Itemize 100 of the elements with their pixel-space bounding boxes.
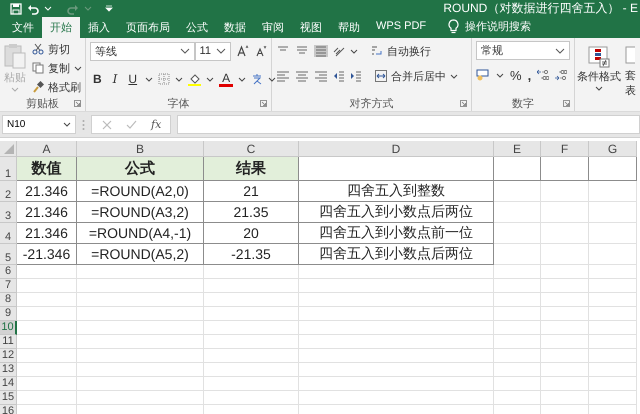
- ribbon-tab[interactable]: 数据: [216, 17, 254, 38]
- fill-color-icon[interactable]: [188, 72, 202, 86]
- column-header[interactable]: A: [17, 141, 77, 157]
- decrease-font-icon[interactable]: [255, 45, 267, 57]
- caret-icon[interactable]: [238, 76, 246, 82]
- table-cell: -21.35: [204, 244, 299, 265]
- column-header[interactable]: F: [541, 141, 589, 157]
- bold-button[interactable]: B: [90, 72, 105, 86]
- ribbon-tab[interactable]: 公式: [178, 17, 216, 38]
- row-header[interactable]: 10: [0, 321, 17, 335]
- row-header[interactable]: 15: [0, 391, 17, 405]
- comma-button[interactable]: ,: [528, 68, 532, 82]
- align-left-icon[interactable]: [276, 70, 290, 82]
- currency-icon[interactable]: [476, 69, 490, 81]
- table-cell: [494, 335, 541, 349]
- customize-caret-icon[interactable]: [105, 5, 113, 12]
- underline-button[interactable]: U: [125, 72, 140, 86]
- table-cell: 20: [204, 223, 299, 244]
- table-cell: [17, 293, 77, 307]
- lightbulb-icon[interactable]: [448, 19, 460, 34]
- caret-icon[interactable]: [350, 48, 358, 54]
- caret-icon[interactable]: [74, 64, 82, 72]
- percent-button[interactable]: %: [510, 68, 522, 82]
- font-size-field[interactable]: 11: [194, 42, 231, 60]
- row-header[interactable]: 9: [0, 307, 17, 321]
- merge-center-button[interactable]: 合并后居中: [375, 68, 458, 84]
- wrap-text-icon: [371, 45, 383, 57]
- column-header[interactable]: D: [299, 141, 494, 157]
- conditional-formatting-button[interactable]: 条件格式: [577, 44, 621, 111]
- format-painter-button[interactable]: 格式刷: [32, 79, 82, 95]
- row-header[interactable]: 7: [0, 279, 17, 293]
- column-header[interactable]: C: [204, 141, 299, 157]
- search-hint[interactable]: 操作说明搜索: [465, 19, 532, 34]
- column-header[interactable]: G: [589, 141, 637, 157]
- ribbon-tab[interactable]: 页面布局: [118, 17, 178, 38]
- dialog-launcher-icon[interactable]: [260, 100, 267, 107]
- save-icon[interactable]: [10, 2, 22, 14]
- ribbon-tab[interactable]: 视图: [292, 17, 330, 38]
- table-cell: [17, 265, 77, 279]
- ribbon-tab[interactable]: 帮助: [330, 17, 368, 38]
- caret-icon[interactable]: [450, 72, 458, 80]
- dialog-launcher-icon[interactable]: [460, 100, 467, 107]
- row-header[interactable]: 6: [0, 265, 17, 279]
- align-right-icon[interactable]: [314, 70, 328, 82]
- caret-icon[interactable]: [496, 72, 504, 78]
- row-header[interactable]: 5: [0, 244, 17, 265]
- increase-decimal-icon[interactable]: [537, 69, 550, 81]
- increase-font-icon[interactable]: [237, 45, 249, 57]
- copy-button[interactable]: 复制: [32, 60, 82, 76]
- ribbon-tab[interactable]: WPS PDF: [368, 17, 434, 38]
- check-icon[interactable]: [126, 120, 137, 130]
- table-cell: [589, 265, 637, 279]
- row-header[interactable]: 11: [0, 335, 17, 349]
- row-header[interactable]: 12: [0, 349, 17, 363]
- caret-icon[interactable]: [63, 121, 71, 128]
- row-header[interactable]: 13: [0, 363, 17, 377]
- align-center-icon[interactable]: [295, 70, 309, 82]
- increase-indent-icon[interactable]: [350, 70, 362, 82]
- ribbon-tab[interactable]: 开始: [42, 17, 80, 38]
- column-header[interactable]: B: [77, 141, 204, 157]
- name-box[interactable]: N10: [2, 115, 76, 134]
- caret-icon[interactable]: [175, 76, 184, 82]
- font-name-field[interactable]: 等线: [90, 42, 195, 60]
- insert-function-button[interactable]: fx: [151, 118, 162, 131]
- table-cell: [541, 202, 589, 223]
- row-header[interactable]: 4: [0, 223, 17, 244]
- table-cell: 四舍五入到小数点前一位: [299, 223, 494, 244]
- ribbon-tab[interactable]: 审阅: [254, 17, 292, 38]
- dialog-launcher-icon[interactable]: [74, 100, 81, 107]
- formula-input[interactable]: [177, 115, 640, 134]
- bottom-align-icon[interactable]: [314, 45, 328, 57]
- row-header[interactable]: 14: [0, 377, 17, 391]
- format-as-table-button[interactable]: 套 表: [625, 44, 636, 111]
- row-header[interactable]: 1: [0, 157, 17, 181]
- undo-icon[interactable]: [27, 2, 39, 14]
- caret-icon[interactable]: [206, 76, 214, 82]
- table-cell: [17, 363, 77, 377]
- caret-icon[interactable]: [595, 85, 603, 92]
- font-color-button[interactable]: A: [219, 72, 234, 86]
- row-header[interactable]: 3: [0, 202, 17, 223]
- number-format-field[interactable]: 常规: [476, 41, 570, 60]
- caret-icon[interactable]: [145, 76, 154, 82]
- row-header[interactable]: 16: [0, 405, 17, 414]
- caret-icon[interactable]: [268, 76, 276, 82]
- column-header[interactable]: E: [494, 141, 541, 157]
- row-header[interactable]: 8: [0, 293, 17, 307]
- orientation-icon[interactable]: [333, 45, 345, 57]
- phonetic-icon[interactable]: [251, 73, 264, 85]
- row-header[interactable]: 2: [0, 181, 17, 202]
- borders-icon[interactable]: [158, 73, 170, 85]
- decrease-decimal-icon[interactable]: [555, 69, 568, 81]
- wrap-text-button[interactable]: 自动换行: [371, 43, 431, 59]
- decrease-indent-icon[interactable]: [333, 70, 345, 82]
- italic-button[interactable]: I: [110, 72, 120, 86]
- ribbon-tab[interactable]: 文件: [4, 17, 42, 38]
- ribbon-tab[interactable]: 插入: [80, 17, 118, 38]
- cut-button[interactable]: 剪切: [32, 41, 82, 57]
- table-cell: 公式: [77, 157, 204, 181]
- clipboard-icon: [4, 43, 26, 69]
- dialog-launcher-icon[interactable]: [563, 100, 570, 107]
